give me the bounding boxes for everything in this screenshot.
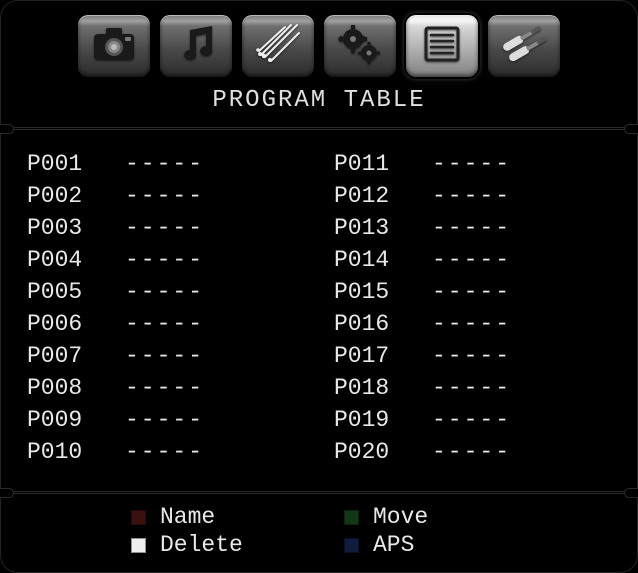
- program-name: -----: [432, 212, 511, 244]
- program-name: -----: [432, 276, 511, 308]
- feature-tab[interactable]: [242, 15, 314, 77]
- color-key-legend: Name Move Delete APS: [1, 498, 637, 572]
- program-name: -----: [125, 244, 204, 276]
- program-row[interactable]: P005 -----: [27, 276, 304, 308]
- legend-label: Move: [373, 504, 428, 530]
- program-id: P003: [27, 212, 97, 244]
- program-id: P005: [27, 276, 97, 308]
- program-id: P014: [334, 244, 404, 276]
- program-id: P015: [334, 276, 404, 308]
- program-name: -----: [432, 372, 511, 404]
- program-name: -----: [432, 340, 511, 372]
- program-row[interactable]: P013 -----: [334, 212, 611, 244]
- program-name: -----: [125, 148, 204, 180]
- list-icon: [422, 24, 462, 69]
- program-row[interactable]: P010 -----: [27, 436, 304, 468]
- legend-move[interactable]: Move: [344, 504, 557, 530]
- music-note-icon: [174, 24, 218, 69]
- program-name: -----: [125, 276, 204, 308]
- menu-tab-bar: [1, 1, 637, 77]
- program-table: P001----- P002----- P003----- P004----- …: [1, 134, 637, 478]
- program-name: -----: [432, 180, 511, 212]
- program-name: -----: [125, 372, 204, 404]
- green-swatch-icon: [344, 510, 359, 525]
- program-name: -----: [125, 212, 204, 244]
- program-id: P016: [334, 308, 404, 340]
- program-row[interactable]: P009 -----: [27, 404, 304, 436]
- program-row[interactable]: P006 -----: [27, 308, 304, 340]
- legend-label: APS: [373, 532, 414, 558]
- program-id: P020: [334, 436, 404, 468]
- program-name: -----: [432, 404, 511, 436]
- program-id: P010: [27, 436, 97, 468]
- gears-icon: [337, 23, 383, 70]
- program-name: -----: [432, 148, 511, 180]
- program-id: P008: [27, 372, 97, 404]
- program-row[interactable]: P020 -----: [334, 436, 611, 468]
- program-id: P012: [334, 180, 404, 212]
- section-divider-top: [1, 124, 637, 134]
- program-id: P007: [27, 340, 97, 372]
- program-tab[interactable]: [406, 15, 478, 77]
- yellow-swatch-icon: [131, 538, 146, 553]
- program-id: P017: [334, 340, 404, 372]
- program-column-right: P011----- P012----- P013----- P014----- …: [334, 148, 611, 468]
- program-id: P002: [27, 180, 97, 212]
- source-tab[interactable]: [488, 15, 560, 77]
- legend-label: Name: [160, 504, 215, 530]
- program-row[interactable]: P007 -----: [27, 340, 304, 372]
- program-id: P009: [27, 404, 97, 436]
- program-id: P004: [27, 244, 97, 276]
- legend-label: Delete: [160, 532, 243, 558]
- legend-name[interactable]: Name: [131, 504, 344, 530]
- red-swatch-icon: [131, 510, 146, 525]
- program-row[interactable]: P014 -----: [334, 244, 611, 276]
- program-row[interactable]: P011 -----: [334, 148, 611, 180]
- program-name: -----: [125, 340, 204, 372]
- cables-icon: [498, 24, 550, 69]
- program-row[interactable]: P019 -----: [334, 404, 611, 436]
- program-name: -----: [125, 180, 204, 212]
- program-id: P011: [334, 148, 404, 180]
- program-row[interactable]: P002 -----: [27, 180, 304, 212]
- page-title: PROGRAM TABLE: [1, 87, 637, 114]
- picture-tab[interactable]: [78, 15, 150, 77]
- program-name: -----: [125, 436, 204, 468]
- legend-delete[interactable]: Delete: [131, 532, 344, 558]
- program-name: -----: [432, 436, 511, 468]
- program-name: -----: [125, 404, 204, 436]
- program-row[interactable]: P017 -----: [334, 340, 611, 372]
- program-name: -----: [125, 308, 204, 340]
- blue-swatch-icon: [344, 538, 359, 553]
- program-id: P018: [334, 372, 404, 404]
- program-column-left: P001----- P002----- P003----- P004----- …: [27, 148, 304, 468]
- section-divider-bottom: [1, 488, 637, 498]
- program-id: P001: [27, 148, 97, 180]
- program-id: P013: [334, 212, 404, 244]
- program-id: P006: [27, 308, 97, 340]
- shooting-stars-icon: [255, 23, 301, 70]
- program-row[interactable]: P008 -----: [27, 372, 304, 404]
- program-id: P019: [334, 404, 404, 436]
- install-tab[interactable]: [324, 15, 396, 77]
- program-row[interactable]: P015 -----: [334, 276, 611, 308]
- program-row[interactable]: P004 -----: [27, 244, 304, 276]
- legend-aps[interactable]: APS: [344, 532, 557, 558]
- program-row[interactable]: P001 -----: [27, 148, 304, 180]
- program-name: -----: [432, 308, 511, 340]
- program-name: -----: [432, 244, 511, 276]
- program-row[interactable]: P018 -----: [334, 372, 611, 404]
- program-row[interactable]: P003 -----: [27, 212, 304, 244]
- sound-tab[interactable]: [160, 15, 232, 77]
- osd-screen: PROGRAM TABLE P001 ----- P002 ----- P003 --…: [0, 0, 638, 573]
- program-row[interactable]: P016 -----: [334, 308, 611, 340]
- camera-icon: [92, 26, 136, 67]
- program-row[interactable]: P012 -----: [334, 180, 611, 212]
